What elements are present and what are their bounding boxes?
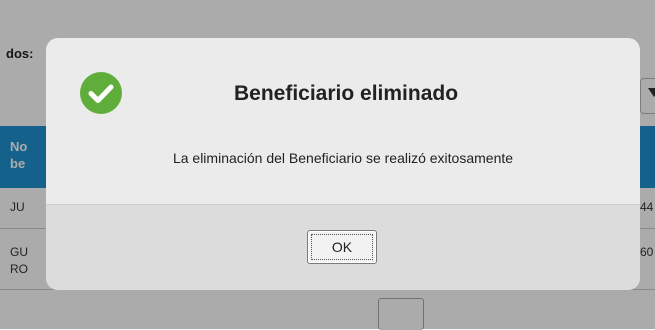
dialog-message: La eliminación del Beneficiario se reali… xyxy=(172,150,514,166)
success-dialog: Beneficiario eliminado La eliminación de… xyxy=(46,38,640,290)
dialog-title: Beneficiario eliminado xyxy=(233,82,459,105)
ok-button[interactable]: OK xyxy=(307,230,377,264)
check-circle-icon xyxy=(80,72,122,114)
